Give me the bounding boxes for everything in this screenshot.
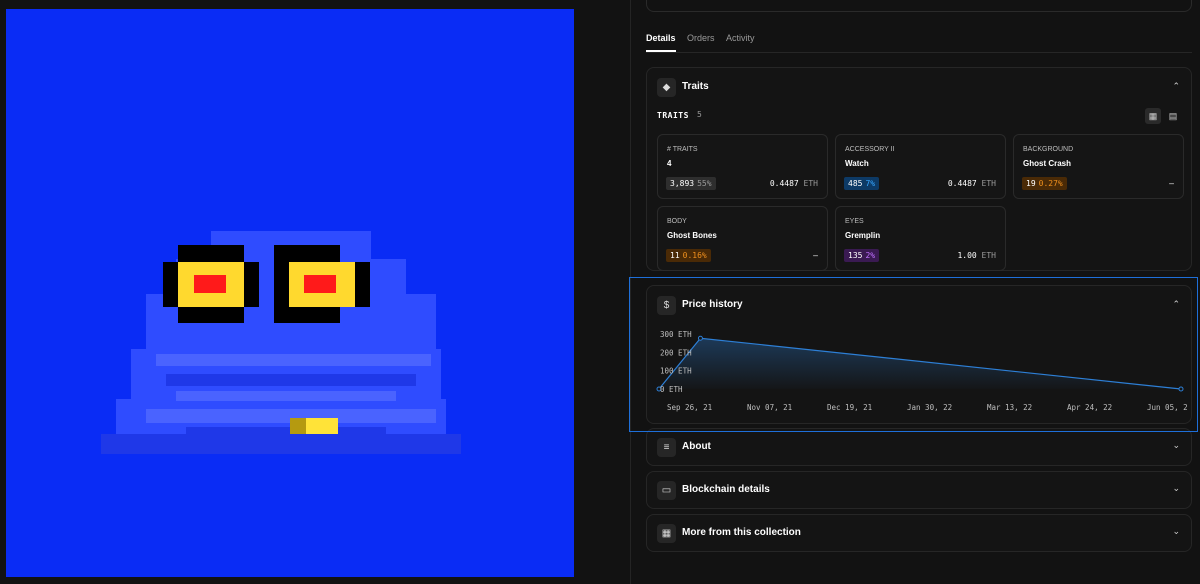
trait-price-value: 0.4487 bbox=[769, 179, 799, 188]
y-tick-label: 300 ETH bbox=[660, 330, 692, 339]
y-tick-label: 100 ETH bbox=[660, 367, 692, 376]
grid-icon: ▦ bbox=[657, 524, 676, 543]
trait-floor-price: – bbox=[813, 251, 818, 260]
traits-count: 5 bbox=[697, 110, 702, 119]
trait-count: 19 bbox=[1026, 179, 1036, 188]
price-point bbox=[1178, 386, 1184, 392]
chevron-up-icon[interactable]: ⌃ bbox=[1172, 299, 1180, 310]
trait-count: 485 bbox=[848, 179, 863, 188]
traits-title: Traits bbox=[682, 81, 709, 92]
trait-count: 135 bbox=[848, 251, 863, 260]
trait-count: 11 bbox=[670, 251, 680, 260]
trait-rarity-badge: 3,893 55% bbox=[666, 177, 716, 190]
text-lines-icon: ≡ bbox=[657, 438, 676, 457]
trait-price-value: – bbox=[813, 251, 818, 260]
trait-value: Ghost Bones bbox=[667, 231, 717, 240]
chevron-down-icon[interactable]: ⌄ bbox=[1172, 440, 1180, 451]
trait-rarity-badge: 485 7% bbox=[844, 177, 880, 190]
trait-value: Gremplin bbox=[845, 231, 881, 240]
trait-rarity-badge: 135 2% bbox=[844, 249, 880, 262]
tab-activity[interactable]: Activity bbox=[726, 33, 755, 43]
x-tick-label: Jun 05, 2 bbox=[1147, 403, 1188, 412]
y-tick-label: 0 ETH bbox=[660, 385, 683, 394]
trait-value: Ghost Crash bbox=[1023, 159, 1072, 168]
x-tick-label: Mar 13, 22 bbox=[987, 403, 1032, 412]
trait-type: ACCESSORY II bbox=[845, 146, 895, 153]
trait-price-value: 0.4487 bbox=[947, 179, 977, 188]
blockchain-details-card[interactable]: ▭ Blockchain details ⌄ bbox=[646, 471, 1192, 509]
price-chart-svg: 300 ETH 200 ETH 100 ETH 0 ETH Sep 26, 21 Nov … bbox=[656, 330, 1188, 412]
chevron-up-icon[interactable]: ⌃ bbox=[1172, 81, 1180, 92]
traits-card: ◆ Traits ⌃ TRAITS 5 ▦ ▤ # TRAITS 4 3,893 55… bbox=[646, 67, 1192, 271]
trait-type: # TRAITS bbox=[667, 146, 698, 153]
table-icon: ▭ bbox=[657, 481, 676, 500]
trait-floor-price: 0.4487 ETH bbox=[948, 179, 996, 188]
price-history-header[interactable]: $ Price history ⌃ bbox=[647, 286, 1191, 328]
trait-floor-price: – bbox=[1169, 179, 1174, 188]
about-card[interactable]: ≡ About ⌄ bbox=[646, 428, 1192, 466]
pixel-ghost-illustration bbox=[101, 231, 461, 454]
trait-price-value: 1.00 bbox=[957, 251, 977, 260]
price-area bbox=[659, 338, 1181, 389]
trait-count: 3,893 bbox=[670, 179, 695, 188]
price-point bbox=[697, 335, 703, 341]
trait-percent: 55% bbox=[697, 179, 712, 188]
x-tick-label: Apr 24, 22 bbox=[1067, 403, 1112, 412]
x-tick-label: Jan 30, 22 bbox=[907, 403, 952, 412]
tab-details[interactable]: Details bbox=[646, 33, 676, 52]
blockchain-details-title: Blockchain details bbox=[682, 484, 770, 495]
list-view-icon[interactable]: ▤ bbox=[1165, 108, 1181, 124]
artwork-panel bbox=[0, 0, 580, 584]
trait-floor-price: 0.4487 ETH bbox=[770, 179, 818, 188]
details-column: Details Orders Activity ◆ Traits ⌃ TRAIT… bbox=[631, 0, 1200, 584]
trait-value: 4 bbox=[667, 159, 672, 168]
trait-type: EYES bbox=[845, 218, 864, 225]
traits-label: TRAITS bbox=[657, 111, 689, 120]
tab-orders[interactable]: Orders bbox=[687, 33, 715, 43]
trait-percent: 0.16% bbox=[682, 251, 707, 260]
trait-percent: 7% bbox=[865, 179, 876, 188]
chevron-down-icon[interactable]: ⌄ bbox=[1172, 526, 1180, 537]
price-history-chart: 300 ETH 200 ETH 100 ETH 0 ETH Sep 26, 21 Nov … bbox=[647, 328, 1193, 418]
trait-type: BACKGROUND bbox=[1023, 146, 1074, 153]
trait-card[interactable]: BODY Ghost Bones 11 0.16% – bbox=[657, 206, 828, 271]
trait-type: BODY bbox=[667, 218, 687, 225]
trait-rarity-badge: 11 0.16% bbox=[666, 249, 711, 262]
trait-value: Watch bbox=[845, 159, 869, 168]
diamond-icon: ◆ bbox=[657, 78, 676, 97]
x-tick-label: Nov 07, 21 bbox=[747, 403, 792, 412]
nft-artwork-image[interactable] bbox=[6, 9, 574, 577]
about-title: About bbox=[682, 441, 711, 452]
trait-percent: 0.27% bbox=[1038, 179, 1063, 188]
trait-card[interactable]: EYES Gremplin 135 2% 1.00 ETH bbox=[835, 206, 1006, 271]
trait-price-unit: ETH bbox=[803, 179, 818, 188]
collapsed-card-above bbox=[646, 0, 1192, 12]
price-history-card: $ Price history ⌃ 300 ETH 200 ETH 100 ETH 0… bbox=[646, 285, 1192, 424]
more-from-collection-title: More from this collection bbox=[682, 527, 801, 538]
trait-floor-price: 1.00 ETH bbox=[957, 251, 996, 260]
x-tick-label: Sep 26, 21 bbox=[667, 403, 712, 412]
x-tick-label: Dec 19, 21 bbox=[827, 403, 872, 412]
trait-price-unit: ETH bbox=[981, 179, 996, 188]
more-from-collection-card[interactable]: ▦ More from this collection ⌄ bbox=[646, 514, 1192, 552]
nft-item-page: Details Orders Activity ◆ Traits ⌃ TRAIT… bbox=[0, 0, 1200, 584]
price-history-title: Price history bbox=[682, 299, 743, 310]
trait-rarity-badge: 19 0.27% bbox=[1022, 177, 1067, 190]
grid-view-icon[interactable]: ▦ bbox=[1145, 108, 1161, 124]
trait-card[interactable]: BACKGROUND Ghost Crash 19 0.27% – bbox=[1013, 134, 1184, 199]
chevron-down-icon[interactable]: ⌄ bbox=[1172, 483, 1180, 494]
trait-price-value: – bbox=[1169, 179, 1174, 188]
dollar-icon: $ bbox=[657, 296, 676, 315]
trait-percent: 2% bbox=[865, 251, 876, 260]
trait-card[interactable]: ACCESSORY II Watch 485 7% 0.4487 ETH bbox=[835, 134, 1006, 199]
trait-price-unit: ETH bbox=[981, 251, 996, 260]
y-tick-label: 200 ETH bbox=[660, 348, 692, 357]
details-tabs: Details Orders Activity bbox=[646, 30, 1192, 53]
traits-header[interactable]: ◆ Traits ⌃ bbox=[647, 68, 1191, 110]
trait-card[interactable]: # TRAITS 4 3,893 55% 0.4487 ETH bbox=[657, 134, 828, 199]
